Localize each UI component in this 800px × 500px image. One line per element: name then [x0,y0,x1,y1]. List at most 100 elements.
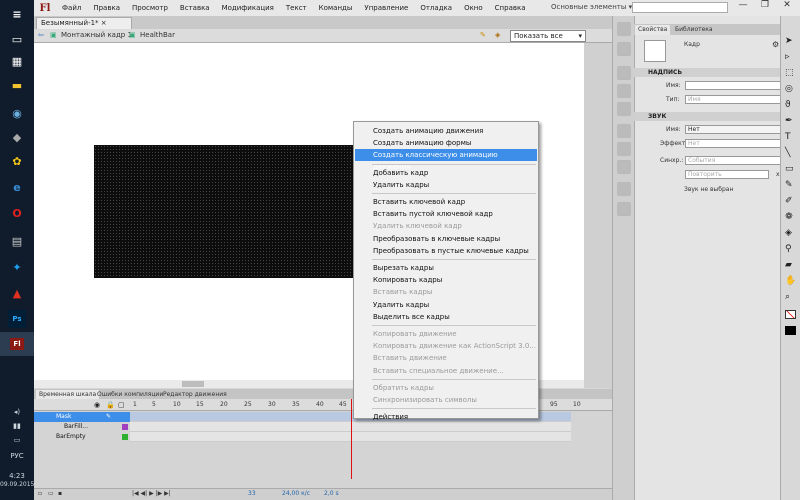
scrollbar-thumb[interactable] [182,381,204,387]
lasso-icon[interactable]: ϑ [785,100,791,110]
frame-rate[interactable]: 24,00 к/с [282,490,310,497]
menu-control[interactable]: Управление [358,4,414,12]
align-icon[interactable] [617,66,631,80]
edit-scene-icon[interactable]: ✎ [480,31,486,39]
menu-commands[interactable]: Команды [313,4,359,12]
delete-layer-icon[interactable]: ▪ [58,490,62,497]
notification-icon[interactable]: ▭ [0,436,34,444]
back-arrow-icon[interactable]: ⇦ [38,31,44,39]
lock-icon[interactable]: 🔒 [106,401,115,409]
playback-controls-icon[interactable]: |◀ ◀| ▶ |▶ ▶| [132,490,171,497]
icq-icon[interactable]: ✿ [8,152,26,170]
context-menu-item[interactable]: Создать анимацию движения [355,125,537,137]
pen-icon[interactable]: ✒ [785,116,793,126]
menu-modify[interactable]: Модификация [216,4,280,12]
app-icon[interactable]: ◆ [8,128,26,146]
context-menu-item[interactable]: Вырезать кадры [355,262,537,274]
flash-taskbar-icon[interactable]: Fl [0,332,34,356]
language-indicator[interactable]: РУС [0,452,34,460]
volume-icon[interactable]: ◂) [0,408,34,416]
breadcrumb-symbol[interactable]: HealthBar [140,31,175,39]
paint-bucket-icon[interactable]: ◈ [785,228,792,238]
motion-presets-icon[interactable] [617,160,631,174]
menu-text[interactable]: Текст [280,4,313,12]
zoom-tool-icon[interactable]: ⌕ [785,292,790,302]
edge-icon[interactable]: e [8,178,26,196]
options-icon[interactable]: ⚙ [772,40,779,49]
context-menu-item[interactable]: Преобразовать в ключевые кадры [355,233,537,245]
zoom-select[interactable]: Показать все ▾ [510,30,586,42]
color-icon[interactable] [617,22,631,36]
menu-debug[interactable]: Отладка [414,4,458,12]
breadcrumb-scene[interactable]: Монтажный кадр 1 [61,31,132,39]
menu-view[interactable]: Просмотр [126,4,174,12]
outline-icon[interactable]: ▢ [118,401,125,409]
effect-select[interactable]: Нет [685,139,785,148]
info-icon[interactable] [617,84,631,98]
hand-tool-icon[interactable]: ✋ [785,276,796,286]
acrobat-icon[interactable]: ▲ [8,284,26,302]
document-tab[interactable]: Безымянный-1* × [36,17,132,29]
eye-icon[interactable]: ◉ [94,401,100,409]
rectangle-tool-icon[interactable]: ▭ [785,164,794,174]
maximize-button[interactable]: ❐ [754,0,776,10]
tab-timeline[interactable]: Временная шкала [36,390,100,399]
playhead[interactable] [351,399,352,479]
edit-symbols-icon[interactable]: ◈ [495,31,500,39]
code-snippets-icon[interactable] [617,124,631,138]
tab-motion-editor[interactable]: Редактор движения [160,390,230,399]
tab-compiler-errors[interactable]: Ошибки компиляции [94,390,166,399]
context-menu-item[interactable]: Удалить кадры [355,299,537,311]
eraser-icon[interactable]: ▰ [785,260,792,270]
new-folder-icon[interactable]: ▭ [48,490,54,497]
stage-vertical-scrollbar[interactable] [584,43,612,388]
context-menu-item[interactable]: Копировать кадры [355,274,537,286]
pencil-tool-icon[interactable]: ✎ [785,180,793,190]
text-tool-icon[interactable]: T [785,132,791,142]
task-view-icon[interactable]: ▭ [8,30,26,48]
menu-window[interactable]: Окно [458,4,489,12]
menu-help[interactable]: Справка [489,4,532,12]
free-transform-icon[interactable]: ⬚ [785,68,794,78]
scene-panel-icon[interactable] [617,202,631,216]
history-icon[interactable] [617,182,631,196]
context-menu-item[interactable]: Действия [355,411,537,423]
close-button[interactable]: ✕ [776,0,798,10]
selection-tool-icon[interactable]: ➤ [785,36,793,46]
swatches-icon[interactable] [617,42,631,56]
subselection-tool-icon[interactable]: ▹ [785,52,790,62]
explorer-icon[interactable]: ▬ [8,76,26,94]
document-icon[interactable]: ▤ [8,232,26,250]
context-menu-item[interactable]: Вставить пустой ключевой кадр [355,208,537,220]
menu-edit[interactable]: Правка [87,4,126,12]
deco-tool-icon[interactable]: ❁ [785,212,793,222]
context-menu-item[interactable]: Выделить все кадры [355,311,537,323]
eyedropper-icon[interactable]: ⚲ [785,244,792,254]
workspace-switcher[interactable]: Основные элементы ▾ [551,3,632,11]
repeat-select[interactable]: Повторить [685,170,769,179]
help-search-input[interactable] [632,2,728,13]
brush-tool-icon[interactable]: ✐ [785,196,793,206]
menu-icon[interactable]: ≡ [8,5,26,23]
twitter-icon[interactable]: ✦ [8,258,26,276]
context-menu-item[interactable]: Преобразовать в пустые ключевые кадры [355,245,537,257]
line-tool-icon[interactable]: ╲ [785,148,790,158]
context-menu-item[interactable]: Удалить кадры [355,179,537,191]
section-sound[interactable]: ЗВУК [634,112,780,121]
minimize-button[interactable]: — [732,0,754,10]
opera-icon[interactable]: O [8,204,26,222]
context-menu-item[interactable]: Создать классическую анимацию движения [355,149,537,171]
section-label[interactable]: НАДПИСЬ [634,68,780,77]
steam-icon[interactable]: ◉ [8,104,26,122]
tab-properties[interactable]: Свойства [635,25,671,35]
components-icon[interactable] [617,142,631,156]
layer-mask[interactable]: Mask ✎ [34,412,130,422]
new-layer-icon[interactable]: ▫ [38,490,42,497]
menu-insert[interactable]: Вставка [174,4,216,12]
layer-barempty[interactable]: BarEmpty [34,432,130,442]
3d-rotation-icon[interactable]: ◎ [785,84,793,94]
layer-barfill[interactable]: BarFill... [34,422,130,432]
context-menu-item[interactable]: Вставить ключевой кадр [355,196,537,208]
menu-file[interactable]: Файл [56,4,87,12]
context-menu-item[interactable]: Создать анимацию формы [355,137,537,149]
